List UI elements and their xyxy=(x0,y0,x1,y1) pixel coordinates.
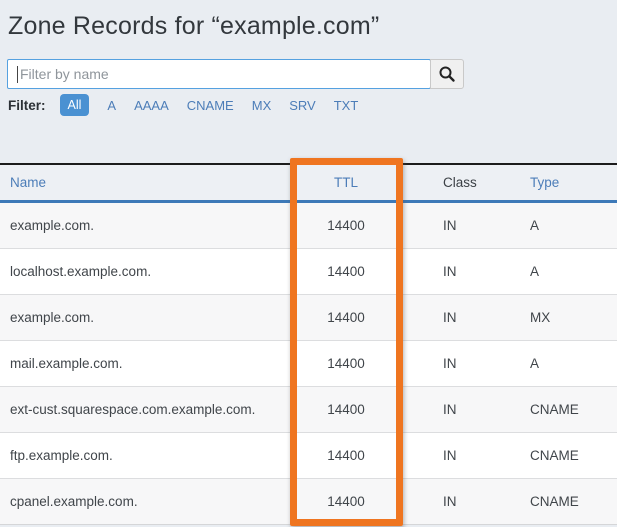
record-class: IN xyxy=(402,264,520,279)
record-ttl: 14400 xyxy=(290,356,402,371)
column-header-class: Class xyxy=(402,175,520,190)
record-ttl: 14400 xyxy=(290,448,402,463)
table-row: example.com. 14400 IN A xyxy=(0,203,617,249)
filter-bar: Filter: All A AAAA CNAME MX SRV TXT xyxy=(8,94,358,116)
table-row: example.com. 14400 IN MX xyxy=(0,295,617,341)
filter-by-name-input[interactable] xyxy=(7,59,431,89)
search-button[interactable] xyxy=(430,59,464,89)
filter-chip-all[interactable]: All xyxy=(60,94,90,117)
record-type: A xyxy=(520,356,617,371)
record-class: IN xyxy=(402,310,520,325)
filter-link-srv[interactable]: SRV xyxy=(289,98,316,113)
filter-label: Filter: xyxy=(8,98,46,113)
filter-link-a[interactable]: A xyxy=(107,98,116,113)
record-type: CNAME xyxy=(520,402,617,417)
record-class: IN xyxy=(402,448,520,463)
table-row: localhost.example.com. 14400 IN A xyxy=(0,249,617,295)
filter-link-aaaa[interactable]: AAAA xyxy=(134,98,169,113)
page-title: Zone Records for “example.com” xyxy=(8,12,379,41)
record-name: cpanel.example.com. xyxy=(0,494,290,509)
record-name: ftp.example.com. xyxy=(0,448,290,463)
zone-records-table: Name TTL Class Type example.com. 14400 I… xyxy=(0,163,617,525)
table-row: cpanel.example.com. 14400 IN CNAME xyxy=(0,479,617,525)
record-class: IN xyxy=(402,494,520,509)
record-name: ext-cust.squarespace.com.example.com. xyxy=(0,402,290,417)
filter-link-txt[interactable]: TXT xyxy=(334,98,359,113)
record-ttl: 14400 xyxy=(290,264,402,279)
filter-link-mx[interactable]: MX xyxy=(252,98,272,113)
record-name: mail.example.com. xyxy=(0,356,290,371)
record-ttl: 14400 xyxy=(290,402,402,417)
record-name: example.com. xyxy=(0,218,290,233)
record-type: CNAME xyxy=(520,494,617,509)
record-ttl: 14400 xyxy=(290,310,402,325)
table-row: mail.example.com. 14400 IN A xyxy=(0,341,617,387)
column-header-type[interactable]: Type xyxy=(520,175,617,190)
record-type: MX xyxy=(520,310,617,325)
record-class: IN xyxy=(402,402,520,417)
magnifier-icon xyxy=(438,65,456,83)
table-body: example.com. 14400 IN A localhost.exampl… xyxy=(0,203,617,525)
filter-link-cname[interactable]: CNAME xyxy=(187,98,234,113)
table-row: ftp.example.com. 14400 IN CNAME xyxy=(0,433,617,479)
table-row: ext-cust.squarespace.com.example.com. 14… xyxy=(0,387,617,433)
table-header-row: Name TTL Class Type xyxy=(0,165,617,203)
record-name: example.com. xyxy=(0,310,290,325)
record-ttl: 14400 xyxy=(290,218,402,233)
record-type: CNAME xyxy=(520,448,617,463)
record-name: localhost.example.com. xyxy=(0,264,290,279)
column-header-name[interactable]: Name xyxy=(0,175,290,190)
record-class: IN xyxy=(402,356,520,371)
zone-records-page: Zone Records for “example.com” Filter: A… xyxy=(0,0,617,527)
record-type: A xyxy=(520,218,617,233)
record-type: A xyxy=(520,264,617,279)
text-caret xyxy=(17,66,18,83)
column-header-ttl[interactable]: TTL xyxy=(290,175,402,190)
record-ttl: 14400 xyxy=(290,494,402,509)
record-class: IN xyxy=(402,218,520,233)
